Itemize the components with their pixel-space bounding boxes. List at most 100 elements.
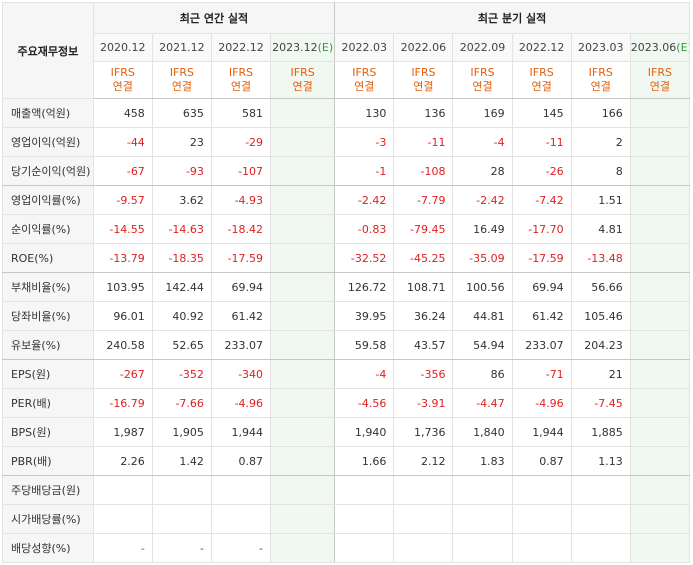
value-cell [270,388,336,418]
basis-header-row: IFRS 연결 IFRS 연결 IFRS 연결 IFRS 연결 IFRS 연결 IFRS 연결 IFRS… [3,61,691,99]
value-cell [210,475,272,505]
period-label: 2022.12 [518,41,565,54]
value-cell: -13.48 [570,243,631,273]
value-cell: -11 [393,127,454,157]
value-cell: 8 [570,156,631,186]
value-cell [511,504,572,534]
value-cell [270,330,336,360]
period-header: 2022.06 [393,33,454,62]
table-row: PER(배) -16.79 -7.66 -4.96 -4.56 -3.91 -4.47 -4.… [2,388,691,418]
basis-consolidated: 연결 [171,80,192,93]
basis-consolidated: 연결 [531,80,552,93]
value-cell: 2.12 [393,446,454,476]
value-cell: 44.81 [452,301,513,331]
value-cell: 1.13 [570,446,631,476]
period-label: 2022.09 [459,41,506,54]
value-cell [452,475,513,505]
value-cell [270,243,336,273]
row-label: 영업이익률(%) [2,185,94,215]
row-label: 주당배당금(원) [2,475,94,505]
value-cell [270,417,336,447]
value-cell: 126.72 [334,272,395,302]
basis-header: IFRS 연결 [511,61,572,99]
basis-ifrs: IFRS [588,66,613,79]
value-cell: -4.96 [511,388,572,418]
row-label: PBR(배) [2,446,94,476]
basis-header: IFRS 연결 [92,61,153,99]
value-cell: 240.58 [92,330,153,360]
value-cell: 108.71 [393,272,454,302]
value-cell: 635 [151,98,212,128]
value-cell: -7.42 [511,185,572,215]
value-cell: -29 [210,127,272,157]
value-cell [270,446,336,476]
value-cell: -16.79 [92,388,153,418]
value-cell: -93 [151,156,212,186]
value-cell: 142.44 [151,272,212,302]
table-row: 부채비율(%) 103.95 142.44 69.94 126.72 108.71 100.… [2,272,691,302]
value-cell: 145 [511,98,572,128]
value-cell: 581 [210,98,272,128]
value-cell: -4 [452,127,513,157]
value-cell: -79.45 [393,214,454,244]
value-cell [511,533,572,563]
value-cell: 130 [334,98,395,128]
value-cell [452,504,513,534]
period-label: 2022.12 [218,41,264,54]
value-cell: -44 [92,127,153,157]
basis-header: IFRS 연결 [151,61,212,99]
period-header: 2022.09 [452,33,513,62]
table-row: 순이익률(%) -14.55 -14.63 -18.42 -0.83 -79.45 16.4… [2,214,691,244]
value-cell: -18.42 [210,214,272,244]
value-cell: -4.93 [210,185,272,215]
table-row: 매출액(억원) 458 635 581 130 136 169 145 166 [2,98,691,128]
value-cell: -4 [334,359,395,389]
row-label: 당기순이익(억원) [2,156,94,186]
value-cell: -7.45 [570,388,631,418]
row-label: EPS(원) [2,359,94,389]
value-cell: 2.26 [92,446,153,476]
value-cell: - [92,533,153,563]
value-cell: 28 [452,156,513,186]
value-cell: 233.07 [511,330,572,360]
value-cell: -0.83 [334,214,395,244]
value-cell [270,127,336,157]
value-cell [210,504,272,534]
value-cell [629,301,691,331]
basis-header: IFRS 연결 [334,61,395,99]
value-cell: 105.46 [570,301,631,331]
value-cell: -17.70 [511,214,572,244]
basis-header: IFRS 연결 [270,61,336,99]
row-label: ROE(%) [2,243,94,273]
table-row: BPS(원) 1,987 1,905 1,944 1,940 1,736 1,840 1,94… [2,417,691,447]
value-cell: 56.66 [570,272,631,302]
table-row: 당좌비율(%) 96.01 40.92 61.42 39.95 36.24 44.81 61.… [2,301,691,331]
value-cell: 54.94 [452,330,513,360]
value-cell: -2.42 [452,185,513,215]
value-cell: -14.55 [92,214,153,244]
value-cell [92,475,153,505]
value-cell: -3 [334,127,395,157]
value-cell: 166 [570,98,631,128]
value-cell [92,504,153,534]
value-cell: 1.51 [570,185,631,215]
value-cell: -7.66 [151,388,212,418]
basis-consolidated: 연결 [413,80,434,93]
table-row: 시가배당률(%) [2,504,691,534]
value-cell [629,533,691,563]
basis-consolidated: 연결 [292,80,313,93]
row-label: 시가배당률(%) [2,504,94,534]
row-label: 순이익률(%) [2,214,94,244]
value-cell: -107 [210,156,272,186]
financial-summary-table: 주요재무정보 최근 연간 실적 최근 분기 실적 2020.12 2021.12 2… [2,2,691,563]
value-cell [270,272,336,302]
value-cell: -11 [511,127,572,157]
row-label: PER(배) [2,388,94,418]
value-cell [393,504,454,534]
value-cell [270,475,336,505]
value-cell [629,214,691,244]
value-cell [270,504,336,534]
period-header: 2020.12 [92,33,153,62]
value-cell [270,156,336,186]
basis-ifrs: IFRS [470,66,495,79]
